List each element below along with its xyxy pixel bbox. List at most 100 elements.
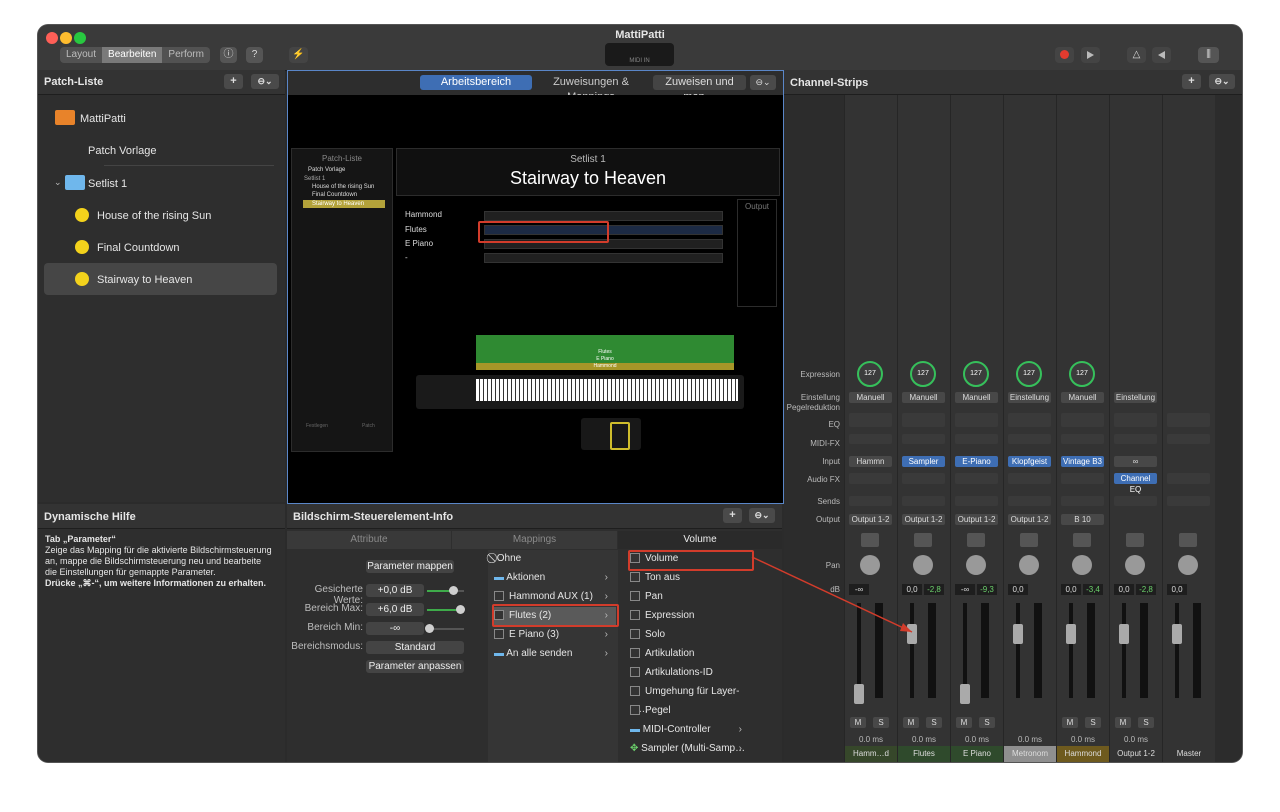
fourth-volume-slider[interactable]	[484, 253, 723, 263]
tab-workspace[interactable]: Arbeitsbereich	[420, 75, 532, 90]
expression-knob[interactable]: 127	[857, 361, 883, 387]
mini-list-item[interactable]: House of the rising Sun	[312, 184, 374, 190]
channel-strip[interactable]: 127 Einstellung Klopfgeist Output 1-2 0,0 0.0…	[1003, 95, 1056, 762]
pan-knob[interactable]	[1125, 555, 1145, 575]
mini-list-item[interactable]: Final Countdown	[312, 192, 357, 198]
mini-patch-list[interactable]: Patch-Liste Patch Vorlage Setlist 1 Hous…	[291, 148, 393, 452]
pan-knob[interactable]	[913, 555, 933, 575]
range-min-field[interactable]: -∞	[366, 622, 424, 635]
expression-knob[interactable]: 127	[1069, 361, 1095, 387]
strip-name[interactable]: Metronom	[1004, 746, 1056, 762]
mute-button[interactable]: M	[1115, 717, 1131, 728]
output-slot[interactable]: B 10	[1061, 514, 1104, 525]
solo-button[interactable]: S	[873, 717, 889, 728]
setting-button[interactable]: Manuell	[849, 392, 892, 403]
output-slot[interactable]: Output 1-2	[955, 514, 998, 525]
play-button[interactable]	[1081, 47, 1100, 63]
sends-slot[interactable]	[1114, 496, 1157, 506]
volume-fader[interactable]	[1066, 624, 1076, 645]
eq-slot[interactable]	[902, 413, 945, 427]
param-pan[interactable]: Pan	[630, 588, 750, 606]
tab-assignments[interactable]: Zuweisungen & Mappings	[535, 75, 647, 103]
expression-knob[interactable]: 127	[963, 361, 989, 387]
input-slot[interactable]: Vintage B3	[1061, 456, 1104, 467]
midi-fx-slot[interactable]	[902, 434, 945, 444]
sends-slot[interactable]	[902, 496, 945, 506]
mute-button[interactable]: M	[903, 717, 919, 728]
channel-strip[interactable]: 0,0 Master	[1162, 95, 1215, 762]
midi-fx-slot[interactable]	[1167, 434, 1210, 444]
eq-slot[interactable]	[1114, 413, 1157, 427]
expression-knob[interactable]: 127	[910, 361, 936, 387]
volume-fader[interactable]	[1172, 624, 1182, 645]
output-slot[interactable]: Output 1-2	[1008, 514, 1051, 525]
sends-slot[interactable]	[1061, 496, 1104, 506]
volume-fader[interactable]	[1013, 624, 1023, 645]
tuner-button[interactable]: ⚡	[289, 47, 308, 63]
volume-fader[interactable]	[960, 683, 970, 704]
sends-slot[interactable]	[1008, 496, 1051, 506]
mode-layout[interactable]: Layout	[60, 47, 102, 63]
volume-fader[interactable]	[854, 683, 864, 704]
param-expression[interactable]: Expression	[630, 607, 750, 625]
range-max-field[interactable]: +6,0 dB	[366, 603, 424, 616]
mini-list-item[interactable]: Setlist 1	[304, 176, 325, 182]
mode-edit[interactable]: Bearbeiten	[102, 47, 163, 63]
workspace-menu-button[interactable]: ⊖⌄	[750, 75, 776, 90]
midi-fx-slot[interactable]	[1114, 434, 1157, 444]
onscreen-keyboard[interactable]	[416, 375, 744, 409]
mixer-button[interactable]: ⫼	[1198, 47, 1219, 63]
solo-button[interactable]: S	[1085, 717, 1101, 728]
patch-item-setlist[interactable]: ⌄ Setlist 1	[44, 168, 277, 199]
piano-keys[interactable]	[476, 379, 738, 401]
sends-slot[interactable]	[955, 496, 998, 506]
metronome-button[interactable]: △	[1127, 47, 1146, 63]
pan-knob[interactable]	[1178, 555, 1198, 575]
midi-fx-slot[interactable]	[955, 434, 998, 444]
mode-selector[interactable]: Layout Bearbeiten Perform	[60, 47, 210, 63]
channel-strip[interactable]: 127 Manuell E-Piano Output 1-2 -∞ -9,3 M S 0.0 m…	[950, 95, 1003, 762]
param-midi-controller[interactable]: ▬ MIDI-Controller ›	[630, 721, 750, 739]
tab-attributes[interactable]: Attribute	[287, 531, 451, 549]
range-mode-select[interactable]: Standard	[366, 641, 464, 654]
patch-item-song-3[interactable]: Stairway to Heaven	[44, 263, 277, 295]
setting-button[interactable]: Manuell	[902, 392, 945, 403]
mode-perform[interactable]: Perform	[162, 47, 210, 63]
tab-mappings[interactable]: Mappings	[452, 531, 617, 549]
target-actions[interactable]: ▬ Aktionen ›	[494, 569, 616, 587]
input-slot[interactable]: Hammn	[849, 456, 892, 467]
mini-list-item[interactable]: Patch Vorlage	[308, 167, 345, 173]
output-slot[interactable]: Output 1-2	[849, 514, 892, 525]
strip-name[interactable]: Output 1-2	[1110, 746, 1162, 762]
sends-slot[interactable]	[1167, 496, 1210, 506]
mute-button[interactable]: M	[1062, 717, 1078, 728]
info-add-button[interactable]: +	[723, 508, 742, 523]
output-slot[interactable]: Output 1-2	[902, 514, 945, 525]
param-mute[interactable]: Ton aus	[630, 569, 750, 587]
setting-button[interactable]: Manuell	[1061, 392, 1104, 403]
input-slot[interactable]: Klopfgeist	[1008, 456, 1051, 467]
pan-knob[interactable]	[860, 555, 880, 575]
patch-item-template[interactable]: Patch Vorlage	[44, 135, 277, 166]
setting-button[interactable]: Einstellung	[1114, 392, 1157, 403]
mute-button[interactable]: M	[850, 717, 866, 728]
param-articulation-id[interactable]: Artikulations-ID	[630, 664, 750, 682]
target-send-all[interactable]: ▬ An alle senden ›	[494, 645, 616, 663]
expression-knob[interactable]: 127	[1016, 361, 1042, 387]
param-sampler[interactable]: ✥ Sampler (Multi-Samp… ›	[630, 740, 750, 758]
param-layer-bypass[interactable]: Umgehung für Layer-M…	[630, 683, 750, 715]
strip-name[interactable]: E Piano	[951, 746, 1003, 762]
patch-list-menu-button[interactable]: ⊖⌄	[251, 74, 279, 89]
patch-item-concert[interactable]: MattiPatti	[44, 103, 277, 134]
audio-fx-slot[interactable]	[1061, 473, 1104, 484]
input-slot[interactable]: E-Piano	[955, 456, 998, 467]
strip-name[interactable]: Flutes	[898, 746, 950, 762]
channel-strip[interactable]: 127 Manuell Vintage B3 B 10 0,0 -3,4 M S 0.0 ms H…	[1056, 95, 1109, 762]
audio-fx-slot[interactable]	[955, 473, 998, 484]
audio-fx-slot[interactable]	[902, 473, 945, 484]
channel-strip[interactable]: Einstellung ∞ Channel EQ 0,0 -2,8 M S 0.0 ms Out…	[1109, 95, 1162, 762]
solo-button[interactable]: S	[926, 717, 942, 728]
tab-volume[interactable]: Volume	[618, 531, 782, 549]
range-max-knob[interactable]	[456, 605, 466, 614]
param-level[interactable]: Pegel	[630, 702, 750, 720]
